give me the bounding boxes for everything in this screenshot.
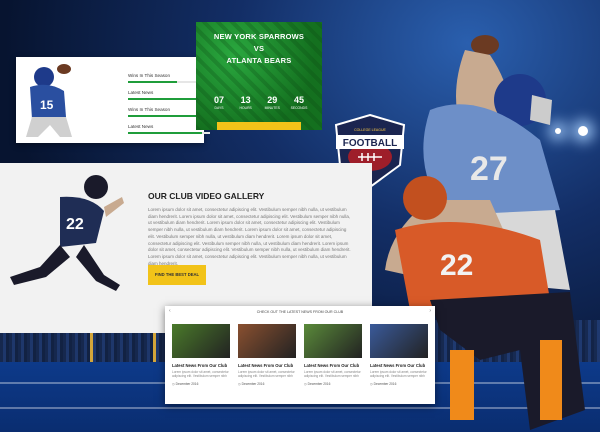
news-card[interactable]: Latest News From Our Club Lorem ipsum do…: [238, 324, 296, 386]
news-heading: CHECK OUT THE LATEST NEWS FROM OUR CLUB: [256, 310, 344, 314]
team-home-name: NEW YORK SPARROWS: [213, 32, 305, 41]
news-card[interactable]: Latest News From Our Club Lorem ipsum do…: [172, 324, 230, 386]
player-stats-card: 15 Wins In This Season 60% Latest News 9…: [16, 57, 210, 143]
countdown-label: HOURS: [239, 106, 252, 110]
news-excerpt: Lorem ipsum dolor sit amet, consectetur …: [172, 370, 229, 379]
svg-text:15: 15: [40, 98, 54, 112]
news-thumbnail[interactable]: [172, 324, 230, 358]
news-card[interactable]: Latest News From Our Club Lorem ipsum do…: [370, 324, 428, 386]
team-away-name: ATLANTA BEARS: [226, 56, 292, 65]
countdown-label: DAYS: [214, 106, 224, 110]
news-excerpt: Lorem ipsum dolor sit amet, consectetur …: [304, 370, 361, 379]
countdown-number: 45: [293, 95, 304, 105]
stat-label: Wins In This Season: [128, 107, 171, 112]
svg-text:22: 22: [440, 249, 473, 282]
news-excerpt: Lorem ipsum dolor sit amet, consectetur …: [238, 370, 295, 379]
stat-progress-fill: [128, 81, 178, 83]
badge-main-text: FOOTBALL: [343, 138, 397, 149]
countdown-timer: 07 DAYS 13 HOURS 29 MINUTES 45 SECONDS: [206, 95, 312, 110]
countdown-days: 07 DAYS: [206, 95, 232, 110]
buy-tickets-button[interactable]: BUY TICKETS ON TICKETMASTER.COM: [217, 122, 301, 130]
news-title[interactable]: Latest News From Our Club: [304, 363, 362, 368]
news-title[interactable]: Latest News From Our Club: [172, 363, 230, 368]
countdown-hours: 13 HOURS: [233, 95, 259, 110]
news-date: ◷ December 2016: [172, 381, 199, 386]
versus-label: VS: [253, 44, 265, 53]
runner-illustration: 22: [10, 175, 124, 291]
countdown-seconds: 45 SECONDS: [286, 95, 312, 110]
news-date: ◷ December 2016: [370, 381, 397, 386]
news-title[interactable]: Latest News From Our Club: [238, 363, 296, 368]
countdown-number: 29: [267, 95, 278, 105]
stat-progress-fill: [128, 115, 202, 117]
countdown-label: SECONDS: [290, 106, 308, 110]
countdown-minutes: 29 MINUTES: [259, 95, 285, 110]
svg-text:22: 22: [66, 216, 84, 233]
badge-top-text: COLLEGE LEAGUE: [354, 128, 386, 132]
gallery-title: OUR CLUB VIDEO GALLERY: [148, 191, 265, 201]
news-next-arrow[interactable]: ›: [429, 308, 431, 314]
countdown-number: 07: [213, 95, 224, 105]
latest-news-section: ‹ CHECK OUT THE LATEST NEWS FROM OUR CLU…: [165, 306, 435, 404]
news-excerpt: Lorem ipsum dolor sit amet, consectetur …: [370, 370, 427, 379]
stat-progress-fill: [128, 132, 202, 134]
countdown-label: MINUTES: [264, 106, 280, 110]
news-thumbnail[interactable]: [304, 324, 362, 358]
countdown-number: 13: [240, 95, 251, 105]
news-date: ◷ December 2016: [238, 381, 265, 386]
svg-text:27: 27: [470, 150, 508, 188]
football-ball: [471, 35, 499, 55]
stat-label: Latest News: [128, 124, 154, 129]
news-thumbnail[interactable]: [238, 324, 296, 358]
stat-progress-bar: [128, 132, 210, 134]
match-countdown-card: NEW YORK SPARROWS VS ATLANTA BEARS 07 DAY…: [196, 22, 322, 130]
news-date: ◷ December 2016: [304, 381, 331, 386]
stat-progress-fill: [128, 98, 202, 100]
gallery-description: Lorem ipsum dolor sit amet, consectetur …: [148, 207, 351, 266]
player-illustration: 15: [26, 64, 72, 137]
find-deal-button[interactable]: FIND THE BEST DEAL: [148, 265, 206, 285]
stat-label: Latest News: [128, 90, 154, 95]
news-title[interactable]: Latest News From Our Club: [370, 363, 428, 368]
news-card[interactable]: Latest News From Our Club Lorem ipsum do…: [304, 324, 362, 386]
stat-label: Wins In This Season: [128, 73, 171, 78]
news-thumbnail[interactable]: [370, 324, 428, 358]
